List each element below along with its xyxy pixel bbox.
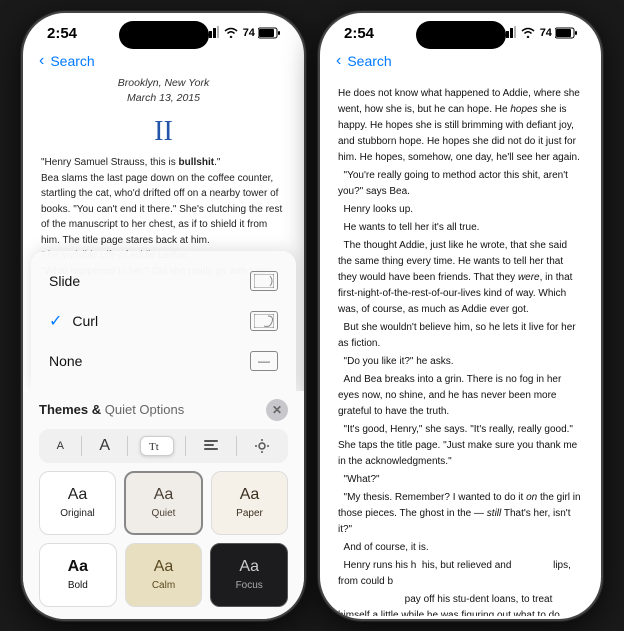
divider [81,436,82,456]
theme-cards-row-1: Aa Original Aa Quiet Aa Paper [39,471,288,535]
left-search-label: Search [50,53,94,69]
right-para-5: The thought Addie, just like he wrote, t… [338,238,583,318]
right-phone: 2:54 [318,11,603,621]
right-para-11: "My thesis. Remember? I wanted to do it … [338,490,583,538]
left-status-icons: 74 [205,26,280,41]
font-size-small[interactable]: A [51,438,70,454]
right-para-3: Henry looks up. [338,202,583,218]
right-para-14: pay off his stu-dent loans, to treat him… [338,592,583,616]
right-wifi-icon [521,26,535,41]
none-icon: — [250,351,278,371]
slide-option-curl[interactable]: ✓ Curl [31,301,296,341]
theme-paper-aa: Aa [240,486,260,504]
curl-icon [250,311,278,331]
right-para-7: "Do you like it?" he asks. [338,354,583,370]
theme-calm[interactable]: Aa Calm [125,543,203,607]
right-para-1: He does not know what happened to Addie,… [338,86,583,166]
right-battery-icon: 74 [540,27,577,39]
font-selector-button[interactable]: Tt [140,436,174,456]
theme-calm-label: Calm [152,580,175,591]
right-dynamic-island [416,21,506,49]
themes-title: Themes & Quiet Options [39,401,184,419]
phones-container: 2:54 [21,11,603,621]
theme-focus-label: Focus [236,580,263,591]
right-search-label: Search [347,53,391,69]
back-chevron-icon: ‹ [39,52,44,70]
themes-section: Themes & Quiet Options ✕ A A Tt [23,391,304,619]
theme-quiet-label: Quiet [152,508,176,519]
theme-calm-aa: Aa [154,558,174,576]
slide-icon [250,271,278,291]
left-book-content: Brooklyn, New YorkMarch 13, 2015 II "Hen… [23,76,304,276]
theme-paper-label: Paper [236,508,263,519]
theme-original-label: Original [60,508,94,519]
slide-options-panel: Slide ✓ Curl N [31,251,296,391]
slide-option-none[interactable]: None — [31,341,296,381]
right-para-4: He wants to tell her it's all true. [338,220,583,236]
right-para-10: "What?" [338,472,583,488]
right-para-2: "You're really going to method actor thi… [338,168,583,200]
theme-quiet[interactable]: Aa Quiet [124,471,203,535]
right-back-chevron-icon: ‹ [336,52,341,70]
chapter-location: Brooklyn, New YorkMarch 13, 2015 [41,76,286,108]
divider4 [236,436,237,456]
font-controls: A A Tt [39,429,288,463]
theme-cards-row-2: Aa Bold Aa Calm Aa Focus [39,543,288,607]
chapter-number: II [41,111,286,153]
right-time: 2:54 [344,25,374,42]
theme-focus-aa: Aa [239,558,259,576]
left-phone: 2:54 [21,11,306,621]
close-button[interactable]: ✕ [266,399,288,421]
right-para-6: But she wouldn't believe him, so he lets… [338,320,583,352]
divider2 [127,436,128,456]
theme-focus[interactable]: Aa Focus [210,543,288,607]
theme-original[interactable]: Aa Original [39,471,116,535]
divider3 [185,436,186,456]
themes-header: Themes & Quiet Options ✕ [39,399,288,421]
svg-text:Tt: Tt [149,441,159,453]
font-size-large[interactable]: A [93,435,116,457]
none-option-label: None [49,353,82,369]
left-search-bar[interactable]: ‹ Search [23,46,304,76]
dynamic-island [119,21,209,49]
right-search-bar[interactable]: ‹ Search [320,46,601,76]
overlay-panel: Slide ✓ Curl N [23,251,304,619]
left-time: 2:54 [47,25,77,42]
right-para-12: And of course, it is. [338,540,583,556]
theme-quiet-aa: Aa [154,486,174,504]
checkmark-icon: ✓ [49,311,62,331]
brightness-button[interactable] [248,436,276,456]
slide-option-label: Slide [49,273,80,289]
curl-option-label: Curl [72,313,98,329]
battery-icon: 74 [243,27,280,39]
right-para-13: Henry runs his h­­­­­­­­­ ­ his, but rel… [338,558,583,590]
theme-bold-label: Bold [68,580,88,591]
theme-original-aa: Aa [68,486,88,504]
right-para-9: "It's good, Henry," she says. "It's real… [338,422,583,470]
paragraph-button[interactable] [197,437,225,455]
slide-option-slide[interactable]: Slide [31,261,296,301]
theme-bold-aa: Aa [68,558,88,576]
right-para-8: And Bea breaks into a grin. There is no … [338,372,583,420]
theme-bold[interactable]: Aa Bold [39,543,117,607]
right-book-content: He does not know what happened to Addie,… [320,76,601,616]
wifi-icon [224,26,238,41]
theme-paper[interactable]: Aa Paper [211,471,288,535]
right-status-icons: 74 [502,26,577,41]
